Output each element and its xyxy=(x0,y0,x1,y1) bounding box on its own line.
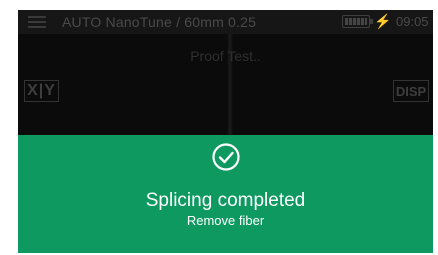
completion-message: Splicing completed xyxy=(145,190,306,211)
clock: 09:05 xyxy=(396,14,429,29)
lightning-icon: ⚡ xyxy=(374,13,392,29)
status-bar: AUTO NanoTune / 60mm 0.25 ⚡ 09:05 xyxy=(18,10,433,34)
display-button[interactable]: DISP xyxy=(393,80,429,102)
program-title: AUTO NanoTune / 60mm 0.25 xyxy=(62,14,257,30)
battery-icon xyxy=(342,15,373,28)
instruction-message: Remove fiber xyxy=(186,213,265,228)
completion-banner: Splicing completed Remove fiber xyxy=(18,135,433,253)
proof-test-text: Proof Test.. xyxy=(190,48,261,64)
xy-view-button[interactable]: X|Y xyxy=(24,80,59,102)
camera-view: Proof Test.. X|Y DISP xyxy=(18,34,433,135)
check-circle-icon xyxy=(212,143,240,171)
menu-icon[interactable] xyxy=(28,16,46,28)
splicer-screen: AUTO NanoTune / 60mm 0.25 ⚡ 09:05 Proof … xyxy=(18,10,433,253)
